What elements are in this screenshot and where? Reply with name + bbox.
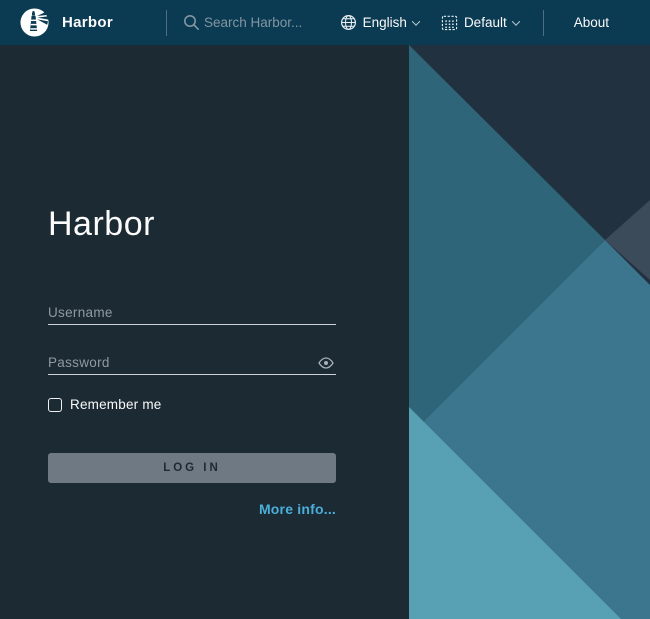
harbor-login-page: Harbor English: [0, 0, 650, 619]
main-content: Harbor Remember me LOG IN More: [0, 45, 650, 619]
brand-title: Harbor: [62, 14, 113, 31]
globe-icon: [340, 14, 357, 31]
about-link[interactable]: About: [574, 15, 609, 30]
language-label: English: [363, 15, 407, 30]
navbar-divider: [166, 10, 167, 36]
search-box: [183, 14, 334, 31]
page-title: Harbor: [48, 205, 155, 244]
search-icon: [183, 14, 200, 31]
eye-icon[interactable]: [318, 357, 334, 369]
background-art: [409, 45, 650, 619]
search-input[interactable]: [204, 15, 334, 30]
more-info-link[interactable]: More info...: [259, 501, 336, 517]
password-field: [48, 347, 336, 375]
language-dropdown[interactable]: English: [340, 14, 419, 31]
remember-me-row: Remember me: [48, 397, 161, 412]
log-in-button[interactable]: LOG IN: [48, 453, 336, 483]
triangle-art: [409, 45, 650, 619]
theme-label: Default: [464, 15, 507, 30]
navbar-divider: [543, 10, 544, 36]
brand-home-link[interactable]: Harbor: [0, 7, 166, 38]
remember-me-label: Remember me: [70, 397, 161, 412]
theme-dropdown[interactable]: Default: [441, 14, 519, 31]
login-section: Harbor Remember me LOG IN More: [0, 45, 409, 619]
password-input[interactable]: [48, 355, 304, 370]
username-field: [48, 297, 336, 325]
chevron-down-icon: [511, 17, 519, 25]
remember-me-checkbox[interactable]: [48, 398, 62, 412]
harbor-lighthouse-icon: [19, 7, 50, 38]
chevron-down-icon: [412, 17, 420, 25]
navbar-actions: English Default About: [340, 10, 650, 36]
more-info-row: More info...: [48, 501, 336, 519]
username-input[interactable]: [48, 305, 336, 320]
theme-grid-icon: [441, 14, 458, 31]
top-navbar: Harbor English: [0, 0, 650, 45]
